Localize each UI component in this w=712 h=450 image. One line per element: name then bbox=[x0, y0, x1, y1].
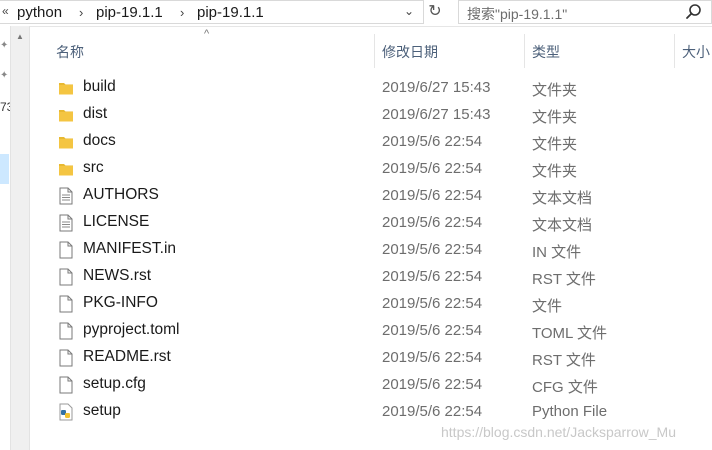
file-date-modified: 2019/5/6 22:54 bbox=[382, 241, 483, 258]
file-type: 文件夹 bbox=[532, 163, 578, 180]
file-date-modified: 2019/5/6 22:54 bbox=[382, 160, 483, 177]
breadcrumb-separator-icon[interactable]: › bbox=[79, 5, 83, 20]
file-type: RST 文件 bbox=[532, 352, 596, 369]
text-document-icon bbox=[59, 187, 73, 205]
column-header-type[interactable]: 类型 bbox=[532, 42, 560, 62]
pin-icon[interactable]: ✦ bbox=[0, 40, 8, 51]
file-name: setup.cfg bbox=[83, 375, 146, 392]
navigation-selected-item[interactable] bbox=[0, 154, 9, 184]
scroll-up-icon[interactable]: ▲ bbox=[16, 32, 24, 41]
file-row[interactable]: setup 2019/5/6 22:54 Python File bbox=[30, 398, 712, 425]
column-header-modified[interactable]: 修改日期 bbox=[382, 42, 438, 62]
file-date-modified: 2019/5/6 22:54 bbox=[382, 403, 483, 420]
file-name: pyproject.toml bbox=[83, 321, 180, 338]
file-row[interactable]: LICENSE 2019/5/6 22:54 文本文档 bbox=[30, 209, 712, 236]
file-icon bbox=[59, 349, 73, 367]
file-icon bbox=[59, 322, 73, 340]
search-placeholder: 搜索"pip-19.1.1" bbox=[467, 6, 568, 22]
file-row[interactable]: src 2019/5/6 22:54 文件夹 bbox=[30, 155, 712, 182]
file-name: README.rst bbox=[83, 348, 171, 365]
file-type: RST 文件 bbox=[532, 271, 596, 288]
file-date-modified: 2019/5/6 22:54 bbox=[382, 133, 483, 150]
folder-icon bbox=[59, 83, 73, 95]
file-name: src bbox=[83, 159, 104, 176]
file-type: Python File bbox=[532, 403, 608, 420]
file-date-modified: 2019/5/6 22:54 bbox=[382, 376, 483, 393]
breadcrumb-overflow-button[interactable]: « bbox=[2, 4, 9, 18]
file-row[interactable]: build 2019/6/27 15:43 文件夹 bbox=[30, 74, 712, 101]
file-row[interactable]: docs 2019/5/6 22:54 文件夹 bbox=[30, 128, 712, 155]
file-date-modified: 2019/5/6 22:54 bbox=[382, 214, 483, 231]
search-input[interactable]: 搜索"pip-19.1.1" bbox=[458, 0, 712, 24]
refresh-button[interactable]: ↻ bbox=[426, 1, 444, 23]
file-name: PKG-INFO bbox=[83, 294, 158, 311]
file-date-modified: 2019/5/6 22:54 bbox=[382, 187, 483, 204]
watermark: https://blog.csdn.net/Jacksparrow_Mu bbox=[441, 424, 677, 440]
file-date-modified: 2019/5/6 22:54 bbox=[382, 268, 483, 285]
file-date-modified: 2019/6/27 15:43 bbox=[382, 106, 491, 123]
file-type: 文本文档 bbox=[532, 217, 593, 234]
file-date-modified: 2019/6/27 15:43 bbox=[382, 79, 491, 96]
file-type: 文件 bbox=[532, 298, 563, 315]
column-divider[interactable] bbox=[524, 34, 525, 68]
column-divider[interactable] bbox=[374, 34, 375, 68]
file-name: setup bbox=[83, 402, 121, 419]
file-type: CFG 文件 bbox=[532, 379, 598, 396]
file-date-modified: 2019/5/6 22:54 bbox=[382, 349, 483, 366]
breadcrumb[interactable]: « python › pip-19.1.1 › pip-19.1.1 ⌄ bbox=[0, 0, 424, 24]
column-header: ^ 名称 修改日期 类型 大小 bbox=[30, 26, 712, 72]
breadcrumb-item-pip-inner[interactable]: pip-19.1.1 bbox=[197, 4, 264, 21]
folder-icon bbox=[59, 164, 73, 176]
column-header-size[interactable]: 大小 bbox=[682, 42, 710, 62]
breadcrumb-item-python[interactable]: python bbox=[17, 4, 62, 21]
file-name: docs bbox=[83, 132, 116, 149]
file-name: NEWS.rst bbox=[83, 267, 152, 284]
text-document-icon bbox=[59, 214, 73, 232]
column-header-name[interactable]: 名称 bbox=[56, 42, 84, 62]
file-row[interactable]: PKG-INFO 2019/5/6 22:54 文件 bbox=[30, 290, 712, 317]
file-row[interactable]: setup.cfg 2019/5/6 22:54 CFG 文件 bbox=[30, 371, 712, 398]
file-date-modified: 2019/5/6 22:54 bbox=[382, 295, 483, 312]
folder-icon bbox=[59, 137, 73, 149]
file-type: TOML 文件 bbox=[532, 325, 608, 342]
navigation-pane[interactable]: ✦ ✦ 73 bbox=[0, 26, 13, 450]
file-row[interactable]: AUTHORS 2019/5/6 22:54 文本文档 bbox=[30, 182, 712, 209]
file-row[interactable]: pyproject.toml 2019/5/6 22:54 TOML 文件 bbox=[30, 317, 712, 344]
column-divider[interactable] bbox=[674, 34, 675, 68]
file-icon bbox=[59, 241, 73, 259]
breadcrumb-item-pip-outer[interactable]: pip-19.1.1 bbox=[96, 4, 163, 21]
file-type: 文本文档 bbox=[532, 190, 593, 207]
file-name: AUTHORS bbox=[83, 186, 159, 203]
file-type: 文件夹 bbox=[532, 136, 578, 153]
address-bar: « python › pip-19.1.1 › pip-19.1.1 ⌄ ↻ 搜… bbox=[0, 0, 712, 27]
file-icon bbox=[59, 295, 73, 313]
python-file-icon bbox=[59, 403, 73, 421]
file-name: LICENSE bbox=[83, 213, 150, 230]
file-row[interactable]: NEWS.rst 2019/5/6 22:54 RST 文件 bbox=[30, 263, 712, 290]
file-type: IN 文件 bbox=[532, 244, 582, 261]
navigation-scrollbar[interactable]: ▲ bbox=[10, 26, 30, 450]
file-row[interactable]: README.rst 2019/5/6 22:54 RST 文件 bbox=[30, 344, 712, 371]
refresh-icon: ↻ bbox=[428, 3, 442, 20]
file-date-modified: 2019/5/6 22:54 bbox=[382, 322, 483, 339]
pin-icon[interactable]: ✦ bbox=[0, 70, 8, 81]
file-list: build 2019/6/27 15:43 文件夹 dist 2019/6/27 15:… bbox=[30, 74, 712, 425]
file-name: MANIFEST.in bbox=[83, 240, 177, 257]
address-dropdown-icon[interactable]: ⌄ bbox=[404, 4, 414, 18]
file-type: 文件夹 bbox=[532, 109, 578, 126]
breadcrumb-separator-icon[interactable]: › bbox=[180, 5, 184, 20]
file-row[interactable]: dist 2019/6/27 15:43 文件夹 bbox=[30, 101, 712, 128]
file-type: 文件夹 bbox=[532, 82, 578, 99]
file-row[interactable]: MANIFEST.in 2019/5/6 22:54 IN 文件 bbox=[30, 236, 712, 263]
search-icon[interactable] bbox=[685, 3, 703, 21]
file-icon bbox=[59, 268, 73, 286]
sort-ascending-icon: ^ bbox=[204, 28, 210, 40]
file-name: dist bbox=[83, 105, 108, 122]
folder-icon bbox=[59, 110, 73, 122]
file-name: build bbox=[83, 78, 116, 95]
file-icon bbox=[59, 376, 73, 394]
